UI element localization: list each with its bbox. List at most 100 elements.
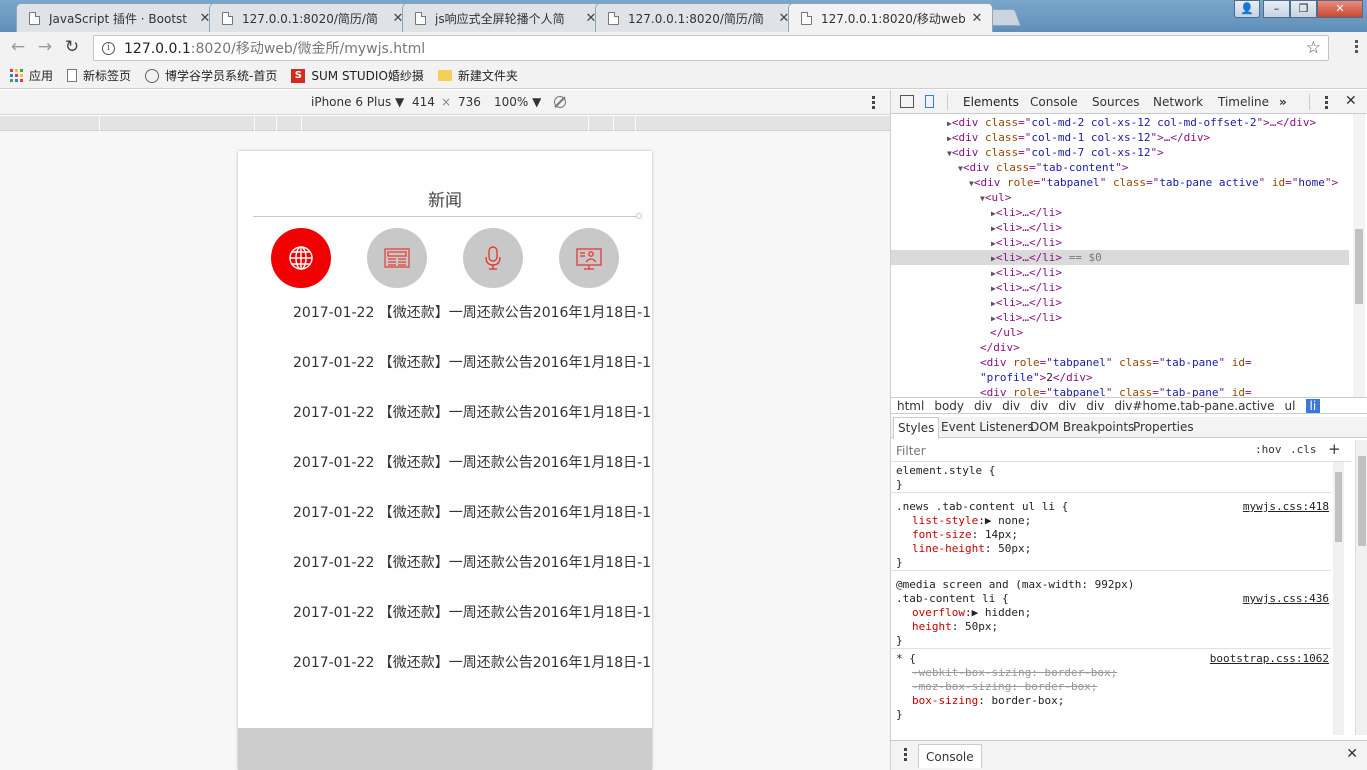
tab-console[interactable]: Console <box>1030 95 1078 109</box>
bookmark-folder[interactable]: 新建文件夹 <box>437 67 518 84</box>
bookmark-item[interactable]: 博学谷学员系统-首页 <box>145 67 277 84</box>
filter-input[interactable]: Filter <box>896 444 926 458</box>
news-item[interactable]: 2017-01-22 【微还款】一周还款公告2016年1月18日-1 <box>293 638 652 688</box>
dom-node[interactable]: ▶<li>…</li> <box>891 235 1349 250</box>
dom-node[interactable]: ▶<li>…</li> <box>891 205 1349 220</box>
dom-node[interactable]: ▶<li>…</li> <box>891 265 1349 280</box>
news-item[interactable]: 2017-01-22 【微还款】一周还款公告2016年1月18日-1 <box>293 438 652 488</box>
close-drawer-icon[interactable]: ✕ <box>1346 746 1358 762</box>
tab-network[interactable]: Network <box>1153 95 1203 109</box>
dom-node-selected[interactable]: ▶<li>…</li> == $0 <box>891 250 1349 265</box>
height-input[interactable]: 736 <box>458 95 481 109</box>
browser-tab[interactable]: js响应式全屏轮播个人简 ✕ <box>402 3 607 32</box>
subtab-properties[interactable]: Properties <box>1133 420 1194 434</box>
browser-tab[interactable]: JavaScript 插件 · Bootst ✕ <box>16 3 221 32</box>
tab-timeline[interactable]: Timeline <box>1218 95 1269 109</box>
device-menu-icon[interactable] <box>872 96 875 111</box>
minimize-button[interactable]: – <box>1263 0 1290 18</box>
dom-node[interactable]: ▼<div class="col-md-7 col-xs-12"> <box>891 145 1349 160</box>
css-source-link[interactable]: mywjs.css:418 <box>1243 500 1329 514</box>
css-declaration[interactable]: list-style:▶ none; <box>891 514 1331 528</box>
devtools-menu-icon[interactable] <box>1325 96 1328 109</box>
dom-node[interactable]: ▶<div class="col-md-2 col-xs-12 col-md-o… <box>891 115 1349 130</box>
css-declaration[interactable]: height: 50px; <box>891 620 1331 634</box>
subtab-event-listeners[interactable]: Event Listeners <box>941 420 1034 434</box>
hover-state-toggle[interactable]: :hov <box>1255 443 1282 456</box>
zoom-select[interactable]: 100% ▼ <box>494 95 541 109</box>
bookmark-item[interactable]: S SUM STUDIO婚纱摄 <box>291 67 424 84</box>
css-source-link[interactable]: bootstrap.css:1062 <box>1210 652 1329 666</box>
info-icon[interactable]: i <box>102 41 115 55</box>
address-bar[interactable]: i 127.0.0.1:8020/移动web/微金所/mywjs.html ☆ <box>93 35 1329 61</box>
browser-menu-icon[interactable] <box>1355 40 1359 55</box>
dom-node[interactable]: "profile">2</div> <box>891 370 1349 385</box>
breadcrumb-item[interactable]: div <box>1030 399 1048 413</box>
bookmark-item[interactable]: 新标签页 <box>67 67 131 84</box>
device-select[interactable]: iPhone 6 Plus ▼ <box>311 95 404 109</box>
device-mode-icon[interactable] <box>925 95 934 108</box>
user-icon[interactable]: 👤 <box>1234 0 1260 18</box>
news-item[interactable]: 2017-01-22 【微还款】一周还款公告2016年1月18日-1 <box>293 388 652 438</box>
browser-tab[interactable]: 127.0.0.1:8020/简历/简 ✕ <box>209 3 414 32</box>
breadcrumb-item[interactable]: div#home.tab-pane.active <box>1114 399 1274 413</box>
dom-node[interactable]: <div role="tabpanel" class="tab-pane" id… <box>891 385 1349 397</box>
dom-node[interactable]: ▼<ul> <box>891 190 1349 205</box>
class-toggle[interactable]: .cls <box>1290 443 1317 456</box>
subtab-styles[interactable]: Styles <box>893 417 940 439</box>
dom-node[interactable]: ▶<div class="col-md-1 col-xs-12">…</div> <box>891 130 1349 145</box>
media-query-ruler[interactable] <box>0 116 890 131</box>
more-tabs-icon[interactable]: » <box>1279 95 1287 109</box>
css-declaration[interactable]: line-height: 50px; <box>891 542 1331 556</box>
drawer-tab-console[interactable]: Console <box>918 744 982 768</box>
css-source-link[interactable]: mywjs.css:436 <box>1243 592 1329 606</box>
css-declaration[interactable]: box-sizing: border-box; <box>891 694 1331 708</box>
dom-node[interactable]: <div role="tabpanel" class="tab-pane" id… <box>891 355 1349 370</box>
breadcrumb-item[interactable]: div <box>1058 399 1076 413</box>
news-tab-button[interactable] <box>367 228 427 288</box>
bookmark-star-icon[interactable]: ☆ <box>1306 38 1321 58</box>
tab-elements[interactable]: Elements <box>963 95 1019 109</box>
scroll-thumb[interactable] <box>1358 456 1366 546</box>
css-selector[interactable]: * {bootstrap.css:1062 <box>891 652 1331 666</box>
scroll-thumb[interactable] <box>1335 472 1342 542</box>
breadcrumb-item[interactable]: div <box>1002 399 1020 413</box>
close-devtools-icon[interactable]: ✕ <box>1345 93 1357 109</box>
close-window-button[interactable]: ✕ <box>1317 0 1363 18</box>
breadcrumb-item[interactable]: body <box>934 399 964 413</box>
width-input[interactable]: 414 <box>412 95 435 109</box>
subtab-dom-breakpoints[interactable]: DOM Breakpoints <box>1030 420 1134 434</box>
audio-tab-button[interactable] <box>463 228 523 288</box>
sidebar-scrollbar[interactable] <box>1355 440 1367 735</box>
drawer-menu-icon[interactable] <box>904 748 907 763</box>
css-declaration-overridden[interactable]: -webkit-box-sizing: border-box; <box>891 666 1331 680</box>
globe-tab-button[interactable] <box>271 228 331 288</box>
maximize-button[interactable]: ❐ <box>1290 0 1317 18</box>
dom-node-close[interactable]: </div> <box>891 340 1349 355</box>
breadcrumb-item[interactable]: html <box>897 399 924 413</box>
bookmark-apps[interactable]: 应用 <box>10 67 53 84</box>
tab-sources[interactable]: Sources <box>1092 95 1139 109</box>
css-selector[interactable]: element.style { <box>891 464 1331 478</box>
breadcrumb-item[interactable]: ul <box>1285 399 1296 413</box>
browser-tab-active[interactable]: 127.0.0.1:8020/移动web ✕ <box>788 3 993 32</box>
dom-node-close[interactable]: </ul> <box>891 325 1349 340</box>
css-selector[interactable]: .news .tab-content ul li {mywjs.css:418 <box>891 500 1331 514</box>
news-item[interactable]: 2017-01-22 【微还款】一周还款公告2016年1月18日-1 <box>293 588 652 638</box>
inspect-element-icon[interactable] <box>900 95 914 108</box>
css-declaration-overridden[interactable]: -moz-box-sizing: border-box; <box>891 680 1331 694</box>
news-item[interactable]: 2017-01-22 【微还款】一周还款公告2016年1月18日-1 <box>293 538 652 588</box>
news-item[interactable]: 2017-01-22 【微还款】一周还款公告2016年1月18日-1 <box>293 338 652 388</box>
rotate-icon[interactable] <box>554 96 566 108</box>
css-declaration[interactable]: overflow:▶ hidden; <box>891 606 1331 620</box>
news-item[interactable]: 2017-01-22 【微还款】一周还款公告2016年1月18日-1 <box>293 288 652 338</box>
dom-node[interactable]: ▶<li>…</li> <box>891 280 1349 295</box>
elements-scrollbar[interactable] <box>1353 114 1365 397</box>
new-rule-icon[interactable]: + <box>1328 440 1341 458</box>
dom-node[interactable]: ▶<li>…</li> <box>891 310 1349 325</box>
scroll-thumb[interactable] <box>1355 229 1363 304</box>
breadcrumb-item-current[interactable]: li <box>1305 398 1321 413</box>
close-tab-icon[interactable]: ✕ <box>970 11 984 26</box>
css-declaration[interactable]: font-size: 14px; <box>891 528 1331 542</box>
css-selector[interactable]: .tab-content li {mywjs.css:436 <box>891 592 1331 606</box>
styles-scrollbar[interactable] <box>1333 462 1344 735</box>
